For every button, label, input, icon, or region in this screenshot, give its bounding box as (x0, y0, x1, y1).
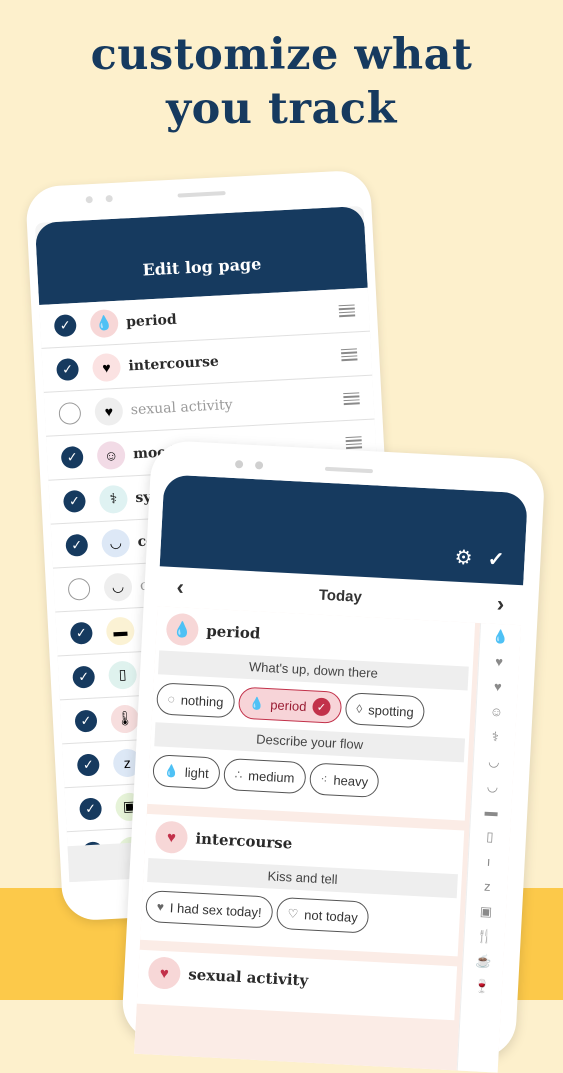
daily-log-screen: ⚙ ✓ ‹ Today › 💧 period What's up, down t… (134, 474, 528, 1073)
option-label: nothing (180, 692, 224, 710)
promo-headline: customize what you track (0, 28, 563, 136)
option-pill[interactable]: ◌ nothing (155, 682, 236, 719)
tracker-label: period (125, 311, 178, 330)
sexual-activity-card: ♥ sexual activity (136, 949, 458, 1021)
option-pill[interactable]: 💧 light (152, 754, 221, 790)
cervix-icon: ◡ (103, 571, 133, 602)
checked-circle-icon[interactable]: ✓ (65, 533, 89, 557)
card-title: intercourse (194, 829, 293, 853)
checked-circle-icon[interactable]: ✓ (76, 752, 100, 777)
checked-circle-icon[interactable]: ✓ (53, 313, 77, 337)
dashed-circle-icon: ◌ (167, 691, 176, 707)
unchecked-circle-icon[interactable] (67, 577, 91, 601)
drag-handle-icon[interactable] (345, 435, 363, 449)
thermometer-icon: 🌡 (110, 703, 140, 734)
checked-circle-icon[interactable]: ✓ (74, 709, 98, 733)
drag-handle-icon[interactable] (343, 391, 360, 405)
blood-drop-icon: 💧 (89, 308, 119, 338)
log-header: ⚙ ✓ (159, 474, 528, 586)
option-label: not today (303, 906, 359, 925)
headline-line-2: you track (166, 84, 397, 134)
option-pill[interactable]: ⁖ heavy (308, 762, 380, 799)
checked-circle-icon[interactable]: ✓ (72, 665, 96, 689)
page-title: Edit log page (142, 254, 262, 280)
option-label: I had sex today! (169, 899, 262, 920)
thermometer-icon[interactable]: ı (486, 849, 491, 874)
option-label: period (269, 696, 307, 714)
fork-knife-icon[interactable]: 🍴 (476, 923, 493, 949)
cervical-fluid-icon[interactable]: ◡ (488, 749, 501, 775)
checked-circle-icon[interactable]: ✓ (79, 796, 103, 821)
next-day-button[interactable]: › (496, 591, 505, 616)
drop-outline-icon: ◊ (355, 701, 363, 717)
option-label: heavy (333, 772, 369, 789)
option-pill[interactable]: ♥ I had sex today! (145, 890, 274, 929)
mood-head-icon[interactable]: ☺ (489, 699, 504, 725)
heart-outline-icon: ♡ (287, 906, 299, 921)
log-cards: 💧 period What's up, down there ◌ nothing 💧… (136, 606, 476, 1030)
heart-icon: ♥ (154, 820, 189, 855)
checked-circle-icon[interactable]: ✓ (56, 357, 80, 381)
option-label: spotting (367, 701, 415, 720)
checked-circle-icon[interactable]: ✓ (60, 445, 84, 469)
drag-handle-icon[interactable] (338, 303, 356, 317)
scale-icon[interactable]: ▣ (479, 898, 493, 924)
heart-icon: ♥ (91, 352, 122, 382)
settings-gear-icon[interactable]: ⚙ (454, 547, 473, 570)
heart-icon: ♥ (156, 899, 165, 914)
unchecked-circle-icon[interactable] (58, 401, 82, 425)
intercourse-card: ♥ intercourse Kiss and tell ♥ I had sex t… (140, 813, 465, 957)
checked-circle-icon[interactable]: ✓ (69, 621, 93, 645)
sleep-icon[interactable]: z (483, 874, 491, 899)
drop-icon: 💧 (163, 763, 180, 779)
period-card: 💧 period What's up, down there ◌ nothing 💧… (147, 606, 476, 821)
date-label: Today (318, 586, 363, 606)
option-pill[interactable]: ◊ spotting (344, 692, 426, 729)
option-pill[interactable]: ∴ medium (222, 757, 307, 795)
tracker-label: sexual activity (130, 396, 233, 418)
option-label: medium (247, 767, 295, 786)
blood-drop-icon: 💧 (165, 612, 200, 647)
option-pill[interactable]: ♡ not today (275, 896, 370, 934)
ovulation-test-icon: ▬ (105, 615, 136, 646)
pregnancy-test-icon[interactable]: ▯ (486, 824, 494, 849)
cervical-fluid-icon: ◡ (101, 528, 131, 558)
option-pill[interactable]: 💧 period ✓ (237, 686, 343, 724)
headline-line-1: customize what (90, 30, 473, 80)
previous-day-button[interactable]: ‹ (176, 574, 185, 599)
coffee-icon[interactable]: ☕ (475, 948, 492, 974)
log-content: 💧 period What's up, down there ◌ nothing 💧… (134, 606, 522, 1073)
card-title: period (205, 621, 261, 643)
two-drops-icon: ∴ (234, 767, 243, 782)
card-header: ♥ sexual activity (137, 950, 457, 1011)
card-title: sexual activity (187, 965, 309, 990)
checked-circle-icon[interactable]: ✓ (62, 489, 87, 513)
heart-icon: ♥ (94, 396, 124, 426)
option-label: light (184, 764, 210, 781)
mood-head-icon: ☺ (96, 440, 126, 470)
heart-icon[interactable]: ♥ (493, 674, 502, 699)
phone-daily-log: ⚙ ✓ ‹ Today › 💧 period What's up, down t… (120, 439, 546, 1073)
three-drops-icon: ⁖ (320, 771, 328, 787)
selected-check-icon: ✓ (311, 697, 331, 717)
caduceus-icon[interactable]: ⚕ (491, 724, 499, 749)
done-check-icon[interactable]: ✓ (487, 548, 505, 571)
caduceus-icon: ⚕ (98, 484, 129, 514)
heart-icon[interactable]: ♥ (495, 649, 504, 674)
ovulation-test-icon[interactable]: ▬ (484, 799, 498, 825)
drag-handle-icon[interactable] (340, 347, 358, 361)
cervix-icon[interactable]: ◡ (486, 774, 499, 800)
heart-icon: ♥ (147, 956, 182, 990)
blood-drop-icon: 💧 (249, 696, 265, 711)
drop-icon[interactable]: 💧 (492, 624, 509, 650)
pregnancy-test-icon: ▯ (107, 659, 138, 690)
tracker-label: intercourse (128, 353, 220, 374)
wine-icon[interactable]: 🍷 (473, 973, 491, 999)
